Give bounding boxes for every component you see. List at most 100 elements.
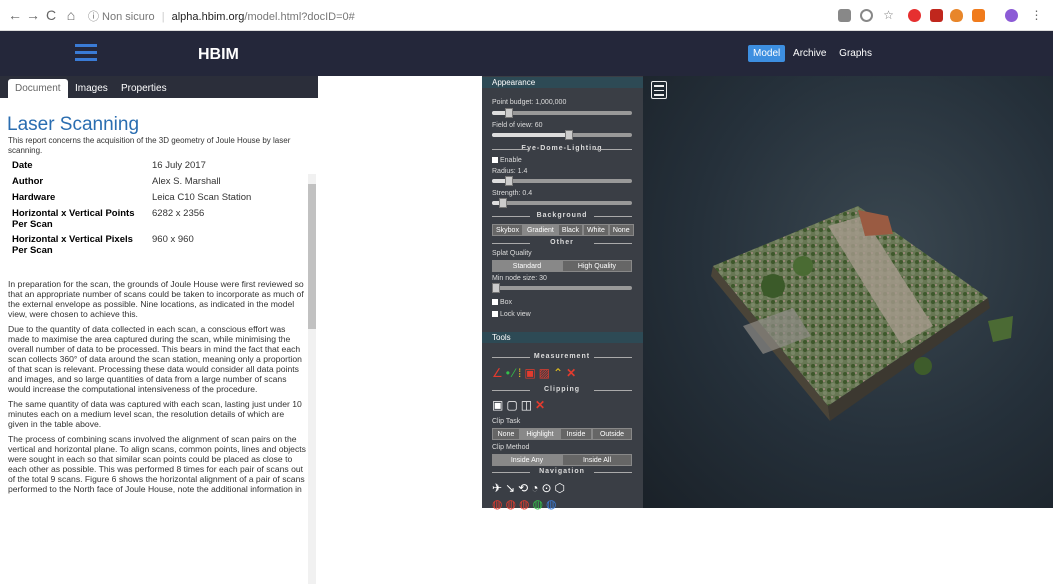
area-icon[interactable]: ▣ bbox=[524, 367, 535, 379]
focus-icon[interactable]: ⊙ bbox=[541, 482, 551, 494]
section-appearance[interactable]: Appearance bbox=[482, 77, 643, 88]
translate-icon[interactable] bbox=[838, 9, 851, 22]
height-icon[interactable]: ⁞ bbox=[518, 367, 521, 379]
clipping-tools: ▣ ▢ ◫ ✕ bbox=[492, 399, 545, 411]
home-button[interactable]: ⌂ bbox=[62, 6, 80, 24]
extension-flame-icon[interactable] bbox=[950, 9, 963, 22]
paragraph: The same quantity of data was captured w… bbox=[8, 399, 302, 429]
clip-task-label: Clip Task bbox=[492, 418, 521, 425]
extension-mail-icon[interactable] bbox=[930, 9, 943, 22]
view-icon[interactable]: ◍ bbox=[492, 498, 502, 510]
view-icon[interactable]: ◍ bbox=[532, 498, 542, 510]
table-row: Hardware Leica C10 Scan Station bbox=[8, 190, 290, 206]
clip-method-label: Clip Method bbox=[492, 444, 530, 451]
orbit-icon[interactable]: ⟲ bbox=[518, 482, 528, 494]
view-icon[interactable]: ◍ bbox=[519, 498, 529, 510]
address-bar[interactable]: ⓘ Non sicuro | alpha.hbim.org/model.html… bbox=[88, 8, 355, 24]
document-scrollbar[interactable] bbox=[308, 174, 316, 584]
clip-task-buttons: None Highlight Inside Outside bbox=[492, 428, 632, 440]
bookmark-star-icon[interactable]: ☆ bbox=[882, 9, 895, 22]
point-icon[interactable]: • bbox=[506, 367, 510, 379]
brand-title[interactable]: HBIM bbox=[198, 46, 239, 64]
bg-skybox-button[interactable]: Skybox bbox=[492, 224, 523, 236]
hamburger-menu-icon[interactable] bbox=[75, 44, 97, 62]
security-indicator[interactable]: ⓘ Non sicuro bbox=[88, 11, 155, 23]
point-cloud-viewer[interactable] bbox=[643, 76, 1053, 508]
angle-icon[interactable]: ∠ bbox=[492, 367, 503, 379]
zoom-icon[interactable] bbox=[860, 9, 873, 22]
meta-value: Leica C10 Scan Station bbox=[152, 192, 252, 203]
clip-inside-button[interactable]: Inside bbox=[560, 428, 592, 440]
back-button[interactable]: ← bbox=[6, 6, 24, 24]
min-node-label: Min node size: 30 bbox=[492, 275, 547, 282]
min-node-slider[interactable] bbox=[492, 283, 632, 293]
meta-key: Hardware bbox=[12, 192, 56, 203]
other-divider: Other bbox=[492, 239, 632, 246]
splat-standard-button[interactable]: Standard bbox=[492, 260, 562, 272]
splat-quality-label: Splat Quality bbox=[492, 250, 532, 257]
bg-white-button[interactable]: White bbox=[582, 224, 609, 236]
bg-none-button[interactable]: None bbox=[608, 224, 634, 236]
table-row: Horizontal x Vertical Points Per Scan 628… bbox=[8, 206, 290, 232]
page-title: Laser Scanning bbox=[7, 114, 140, 135]
strength-slider[interactable] bbox=[492, 198, 632, 208]
top-navigation: Model Archive Graphs bbox=[748, 45, 877, 62]
bg-black-button[interactable]: Black bbox=[557, 224, 583, 236]
fly-icon[interactable]: ✈ bbox=[492, 482, 502, 494]
fov-slider[interactable] bbox=[492, 130, 632, 140]
splat-high-quality-button[interactable]: High Quality bbox=[562, 260, 632, 272]
earth-icon[interactable]: ↘ bbox=[505, 482, 515, 494]
metadata-table: Date 16 July 2017 Author Alex S. Marshall … bbox=[8, 158, 290, 258]
app-header bbox=[0, 31, 1053, 76]
box-checkbox[interactable]: Box bbox=[492, 299, 512, 306]
clip-plane-icon[interactable]: ◫ bbox=[521, 399, 532, 411]
clip-inside-any-button[interactable]: Inside Any bbox=[492, 454, 562, 466]
clip-inside-all-button[interactable]: Inside All bbox=[562, 454, 632, 466]
lock-view-checkbox[interactable]: Lock view bbox=[492, 311, 531, 318]
radius-slider[interactable] bbox=[492, 176, 632, 186]
profile-icon[interactable]: ⌃ bbox=[553, 367, 563, 379]
clipping-divider: Clipping bbox=[492, 386, 632, 393]
helicopter-icon[interactable]: ◔ bbox=[531, 482, 538, 494]
reload-button[interactable]: C bbox=[42, 6, 60, 24]
tab-images[interactable]: Images bbox=[68, 79, 115, 98]
nav-archive[interactable]: Archive bbox=[788, 45, 831, 62]
nav-model[interactable]: Model bbox=[748, 45, 786, 62]
remove-icon[interactable]: ✕ bbox=[535, 399, 545, 411]
clip-volume-icon[interactable]: ▣ bbox=[492, 399, 503, 411]
view-icon[interactable]: ◍ bbox=[546, 498, 556, 510]
clip-highlight-button[interactable]: Highlight bbox=[520, 428, 560, 440]
navigation-divider: Navigation bbox=[492, 468, 632, 475]
point-cloud-model[interactable] bbox=[643, 76, 1053, 508]
distance-icon[interactable]: ⁄ bbox=[513, 367, 515, 379]
forward-button[interactable]: → bbox=[24, 6, 42, 24]
document-panel: Document Images Properties Laser Scannin… bbox=[0, 76, 318, 584]
extension-red-icon[interactable] bbox=[908, 9, 921, 22]
url-path: /model.html?docID=0# bbox=[244, 11, 355, 23]
splat-buttons: Standard High Quality bbox=[492, 260, 632, 272]
point-budget-slider[interactable] bbox=[492, 108, 632, 118]
section-tools[interactable]: Tools bbox=[482, 332, 643, 343]
nav-graphs[interactable]: Graphs bbox=[834, 45, 877, 62]
box-label: Box bbox=[500, 299, 513, 306]
tab-document[interactable]: Document bbox=[8, 79, 68, 98]
navigation-tools: ✈ ↘ ⟲ ◔ ⊙ ⬡ bbox=[492, 482, 565, 494]
edl-divider: Eye-Dome-Lighting bbox=[492, 145, 632, 152]
volume-icon[interactable]: ▨ bbox=[539, 367, 550, 379]
cube-icon[interactable]: ⬡ bbox=[555, 482, 565, 494]
browser-toolbar: ← → C ⌂ ⓘ Non sicuro | alpha.hbim.org/mo… bbox=[0, 0, 1053, 31]
browser-menu-icon[interactable]: ⋮ bbox=[1030, 9, 1043, 22]
profile-avatar[interactable] bbox=[1005, 9, 1018, 22]
clip-none-button[interactable]: None bbox=[492, 428, 520, 440]
meta-key: Horizontal x Vertical Pixels Per Scan bbox=[12, 234, 133, 256]
clip-outside-button[interactable]: Outside bbox=[592, 428, 632, 440]
settings-sidebar: Appearance Point budget: 1,000,000 Field… bbox=[482, 76, 643, 510]
bg-gradient-button[interactable]: Gradient bbox=[522, 224, 558, 236]
remove-icon[interactable]: ✕ bbox=[566, 367, 576, 379]
extension-orange-icon[interactable] bbox=[972, 9, 985, 22]
scrollbar-thumb[interactable] bbox=[308, 184, 316, 329]
view-icon[interactable]: ◍ bbox=[505, 498, 515, 510]
clip-polygon-icon[interactable]: ▢ bbox=[506, 399, 517, 411]
enable-checkbox[interactable]: Enable bbox=[492, 157, 522, 164]
tab-properties[interactable]: Properties bbox=[114, 79, 174, 98]
